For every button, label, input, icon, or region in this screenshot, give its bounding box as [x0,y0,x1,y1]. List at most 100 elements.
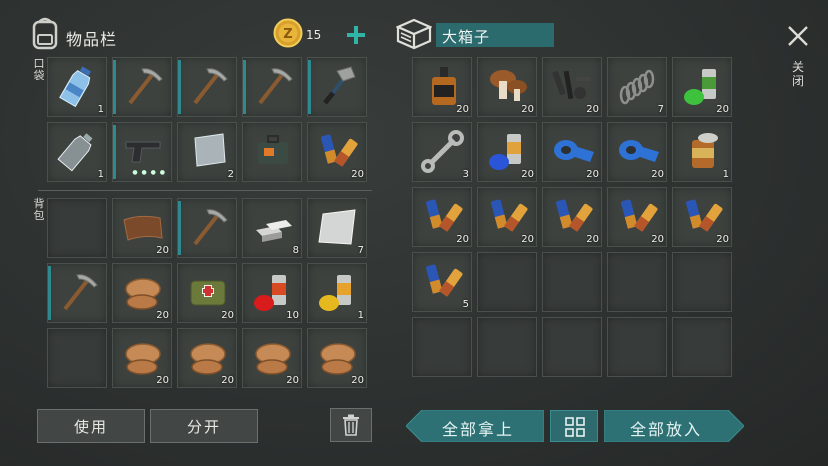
pocket-slot[interactable] [307,57,367,117]
add-coins-button[interactable] [345,24,367,46]
close-label: 关闭 [792,60,805,88]
put-all-button[interactable]: 全部放入 [604,410,744,442]
box-slot[interactable]: 20 [477,187,537,247]
box-slot[interactable] [542,317,602,377]
backpack-slot[interactable]: 8 [242,198,302,258]
box-slot[interactable]: 20 [607,187,667,247]
pocket-slot[interactable] [242,57,302,117]
box-slot[interactable] [607,317,667,377]
box-slot[interactable] [477,252,537,312]
trash-button[interactable] [330,408,372,442]
coin-count: 15 [306,28,322,42]
pocket-slot[interactable] [112,57,172,117]
box-slot[interactable]: 3 [412,122,472,182]
box-slot[interactable] [672,252,732,312]
backpack-slot[interactable] [47,328,107,388]
backpack-slot[interactable]: 20 [242,328,302,388]
durability-bar [113,60,116,114]
box-slot[interactable]: 20 [542,122,602,182]
backpack-slot[interactable] [47,263,107,323]
pocket-slot[interactable]: 1 [47,122,107,182]
box-slot[interactable]: 20 [477,122,537,182]
backpack-slot[interactable]: 10 [242,263,302,323]
metal-plate-icon [185,128,231,174]
spray-can-yellow-icon [315,269,361,315]
box-slot[interactable] [672,317,732,377]
backpack-slot[interactable]: 20 [177,328,237,388]
box-slot[interactable] [607,252,667,312]
pocket-slot[interactable] [242,122,302,182]
close-button[interactable]: 关闭 [784,24,812,100]
box-slot[interactable]: 20 [542,57,602,117]
batteries-icon [680,193,726,239]
medkit-bag-icon [250,128,296,174]
box-slot[interactable]: 1 [672,122,732,182]
pickaxe-icon [120,63,166,109]
pocket-label: 口袋 [33,57,45,82]
item-count: 2 [227,169,234,180]
item-count: 1 [722,169,729,180]
trash-icon [343,414,359,436]
item-count: 20 [456,234,469,245]
backpack-slot[interactable]: 1 [307,263,367,323]
box-icon [395,18,433,50]
gun-parts-icon [550,63,596,109]
item-count: 20 [156,245,169,256]
item-count: 20 [651,234,664,245]
box-slot[interactable]: 7 [607,57,667,117]
box-slot[interactable]: 20 [672,187,732,247]
batteries-icon [420,193,466,239]
section-divider [38,190,372,191]
container-name-field[interactable]: 大箱子 [436,23,554,47]
item-count: 20 [716,104,729,115]
spring-icon [615,63,661,109]
spray-can-red-icon [250,269,296,315]
pocket-slot[interactable] [177,57,237,117]
batteries-icon [420,258,466,304]
item-count: 20 [586,104,599,115]
box-slot[interactable]: 20 [412,187,472,247]
take-all-button[interactable]: 全部拿上 [406,410,544,442]
box-slot[interactable]: 20 [477,57,537,117]
item-count: 20 [221,375,234,386]
box-slot[interactable]: 20 [412,57,472,117]
pocket-slot[interactable]: ● ● ● ● [112,122,172,182]
backpack-slot[interactable]: 20 [177,263,237,323]
box-slot[interactable]: 20 [542,187,602,247]
item-count: 20 [651,169,664,180]
duct-tape-icon [550,128,596,174]
box-slot[interactable] [412,317,472,377]
first-aid-bag-icon [185,269,231,315]
food-can-icon [680,128,726,174]
backpack-slot[interactable]: 7 [307,198,367,258]
batteries-icon [615,193,661,239]
leather-icon [120,204,166,250]
pickaxe-icon [185,204,231,250]
backpack-slot[interactable]: 20 [307,328,367,388]
split-button[interactable]: 分开 [150,409,258,443]
box-slot[interactable] [542,252,602,312]
backpack-slot[interactable]: 20 [112,198,172,258]
backpack-slot[interactable]: 20 [112,328,172,388]
item-count: 20 [156,310,169,321]
item-count: 20 [521,234,534,245]
pickaxe-icon [250,63,296,109]
item-count: 20 [586,234,599,245]
pocket-slot[interactable]: 2 [177,122,237,182]
pocket-slot[interactable]: 20 [307,122,367,182]
item-count: 1 [97,104,104,115]
item-count: 20 [351,169,364,180]
item-count: 7 [357,245,364,256]
pocket-slot[interactable]: 1 [47,57,107,117]
backpack-slot[interactable] [177,198,237,258]
backpack-slot[interactable]: 20 [112,263,172,323]
sort-button[interactable] [550,410,598,442]
box-slot[interactable]: 20 [672,57,732,117]
item-count: 20 [586,169,599,180]
pistol-icon [120,128,166,174]
backpack-slot[interactable] [47,198,107,258]
box-slot[interactable]: 5 [412,252,472,312]
use-button[interactable]: 使用 [37,409,145,443]
box-slot[interactable] [477,317,537,377]
box-slot[interactable]: 20 [607,122,667,182]
